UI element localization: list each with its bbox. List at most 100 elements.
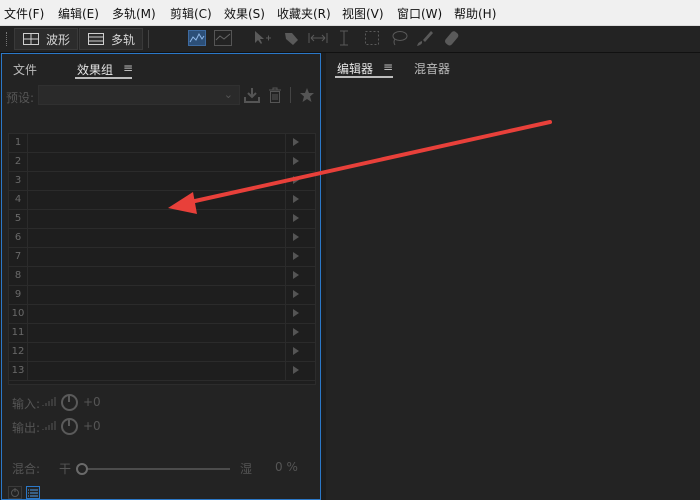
menu-window[interactable]: 窗口(W) [397,5,442,22]
preset-dropdown[interactable]: ⌄ [38,85,240,105]
slot-number: 8 [9,267,28,285]
delete-icon[interactable] [268,87,282,103]
slot-effect-area[interactable] [28,229,283,247]
slot-menu-arrow-icon[interactable] [285,134,315,152]
menu-view[interactable]: 视图(V) [342,5,384,22]
mix-slider-track[interactable] [82,468,230,470]
tab-editor[interactable]: 编辑器 [337,60,373,77]
effect-slot[interactable]: 9 [9,286,315,305]
save-preset-icon[interactable] [244,87,260,103]
output-value: +0 [83,419,101,433]
effect-slot[interactable]: 8 [9,267,315,286]
effect-slot[interactable]: 13 [9,362,315,381]
slot-effect-area[interactable] [28,362,283,380]
output-label: 输出: [12,421,41,435]
slot-effect-area[interactable] [28,191,283,209]
time-selection-icon[interactable] [338,30,350,46]
panel-menu-icon[interactable]: ≡ [123,61,133,75]
slip-tool-icon[interactable] [308,30,328,46]
preset-divider [290,87,291,103]
slot-menu-arrow-icon[interactable] [285,210,315,228]
slot-effect-area[interactable] [28,324,283,342]
toolbar-grip[interactable] [6,32,10,46]
slot-menu-arrow-icon[interactable] [285,305,315,323]
slot-effect-area[interactable] [28,210,283,228]
lasso-icon[interactable] [390,30,408,46]
slot-menu-arrow-icon[interactable] [285,229,315,247]
effect-slot[interactable]: 1 [9,134,315,153]
slot-effect-area[interactable] [28,134,283,152]
list-view-icon[interactable] [26,486,40,499]
menu-help[interactable]: 帮助(H) [454,5,496,22]
slot-number: 13 [9,362,28,380]
slot-menu-arrow-icon[interactable] [285,343,315,361]
menu-favorites[interactable]: 收藏夹(R) [277,5,331,22]
input-value: +0 [83,395,101,409]
slot-effect-area[interactable] [28,153,283,171]
mix-slider-handle[interactable] [76,463,88,475]
slot-menu-arrow-icon[interactable] [285,267,315,285]
star-icon[interactable] [299,87,315,103]
slot-menu-arrow-icon[interactable] [285,286,315,304]
slot-menu-arrow-icon[interactable] [285,172,315,190]
effect-slot[interactable]: 7 [9,248,315,267]
waveform-label: 波形 [46,33,71,47]
effect-slot[interactable]: 4 [9,191,315,210]
power-toggle-icon[interactable] [8,486,22,499]
brush-icon[interactable] [416,30,434,46]
menu-multitrack[interactable]: 多轨(M) [112,5,156,22]
menu-edit[interactable]: 编辑(E) [58,5,99,22]
spot-healing-icon[interactable] [444,30,462,46]
editor-panel-menu-icon[interactable]: ≡ [383,60,393,74]
slot-effect-area[interactable] [28,172,283,190]
slot-effect-area[interactable] [28,343,283,361]
editor-tab-underline [335,76,393,78]
effect-slot[interactable]: 10 [9,305,315,324]
slot-menu-arrow-icon[interactable] [285,191,315,209]
effect-slot[interactable]: 12 [9,343,315,362]
slot-effect-area[interactable] [28,305,283,323]
menu-clip[interactable]: 剪辑(C) [170,5,212,22]
tab-effects-rack[interactable]: 效果组 [77,61,113,78]
menu-effects[interactable]: 效果(S) [224,5,265,22]
menu-file[interactable]: 文件(F) [4,5,44,22]
slot-effect-area[interactable] [28,286,283,304]
slot-number: 4 [9,191,28,209]
marquee-icon[interactable] [364,30,380,46]
slot-menu-arrow-icon[interactable] [285,362,315,380]
slot-number: 12 [9,343,28,361]
spectral-frequency-icon[interactable] [188,30,206,46]
slot-number: 3 [9,172,28,190]
move-tool-icon[interactable] [252,30,272,46]
slot-number: 11 [9,324,28,342]
input-label: 输入: [12,397,41,411]
slot-effect-area[interactable] [28,248,283,266]
waveform-icon [23,33,39,45]
tab-files[interactable]: 文件 [13,61,37,78]
effect-slot[interactable]: 6 [9,229,315,248]
slot-number: 5 [9,210,28,228]
multitrack-button[interactable]: 多轨 [79,28,143,50]
effect-slot[interactable]: 5 [9,210,315,229]
effect-slot[interactable]: 3 [9,172,315,191]
output-gain-knob[interactable] [61,418,78,435]
slot-effect-area[interactable] [28,267,283,285]
chevron-down-icon: ⌄ [223,88,233,101]
waveform-button[interactable]: 波形 [14,28,78,50]
rack-footer [2,486,320,499]
slot-menu-arrow-icon[interactable] [285,153,315,171]
mix-value: 0 % [275,460,298,474]
effect-slot[interactable]: 2 [9,153,315,172]
slot-menu-arrow-icon[interactable] [285,324,315,342]
slot-number: 7 [9,248,28,266]
effects-slot-list: 1 2 3 4 5 6 7 8 9 10 11 12 13 [8,133,316,385]
input-gain-knob[interactable] [61,394,78,411]
slot-menu-arrow-icon[interactable] [285,248,315,266]
effect-slot[interactable]: 11 [9,324,315,343]
effects-rack-panel: 文件 效果组 ≡ 预设: ⌄ 1 2 3 4 5 6 7 8 9 10 11 12 13 输入: +0 … [1,53,321,500]
tab-mixer[interactable]: 混音器 [414,60,450,77]
mix-dry-label: 干 [59,462,72,476]
razor-tool-icon[interactable] [282,30,300,46]
spectral-pitch-icon[interactable] [214,30,232,46]
slot-number: 9 [9,286,28,304]
